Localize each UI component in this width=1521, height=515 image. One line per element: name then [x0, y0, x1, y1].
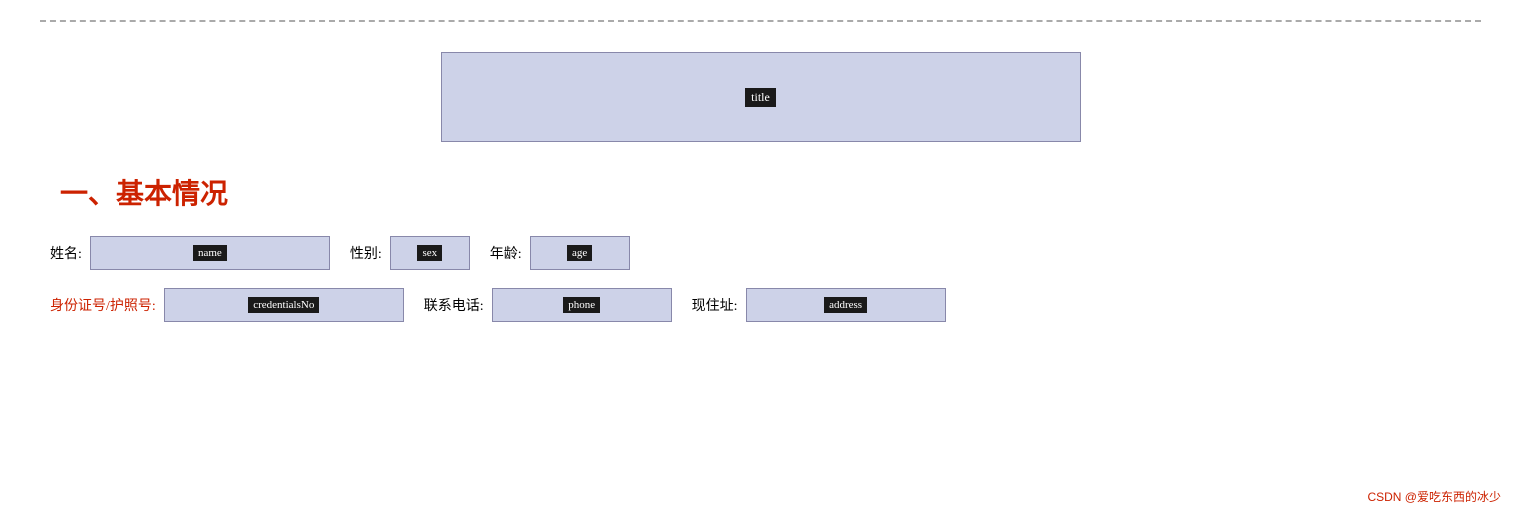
name-input[interactable]: name [90, 236, 330, 270]
watermark: CSDN @爱吃东西的冰少 [1367, 488, 1501, 505]
phone-placeholder: phone [563, 297, 600, 313]
form-row-1: 姓名: name 性别: sex 年龄: age [50, 236, 1481, 270]
phone-label: 联系电话: [424, 295, 484, 315]
sex-field-group: 性别: sex [350, 236, 470, 270]
age-placeholder: age [567, 245, 592, 261]
address-label: 现住址: [692, 295, 738, 315]
sex-label: 性别: [350, 243, 382, 263]
form-section: 一、基本情况 姓名: name 性别: sex 年龄: age 身份证号/护照号… [40, 172, 1481, 322]
section-heading: 一、基本情况 [60, 172, 1481, 212]
sex-input[interactable]: sex [390, 236, 470, 270]
top-border [40, 20, 1481, 22]
credentials-label: 身份证号/护照号: [50, 295, 156, 315]
title-section: title [40, 52, 1481, 142]
address-placeholder: address [824, 297, 867, 313]
title-label: title [745, 88, 776, 107]
title-box: title [441, 52, 1081, 142]
phone-input[interactable]: phone [492, 288, 672, 322]
credentials-input[interactable]: credentialsNo [164, 288, 404, 322]
address-field-group: 现住址: address [692, 288, 946, 322]
sex-placeholder: sex [417, 245, 442, 261]
phone-field-group: 联系电话: phone [424, 288, 672, 322]
name-label: 姓名: [50, 243, 82, 263]
age-input[interactable]: age [530, 236, 630, 270]
address-input[interactable]: address [746, 288, 946, 322]
age-label: 年龄: [490, 243, 522, 263]
name-placeholder: name [193, 245, 227, 261]
age-field-group: 年龄: age [490, 236, 630, 270]
name-field-group: 姓名: name [50, 236, 330, 270]
form-row-2: 身份证号/护照号: credentialsNo 联系电话: phone 现住址:… [50, 288, 1481, 322]
credentials-field-group: 身份证号/护照号: credentialsNo [50, 288, 404, 322]
credentials-placeholder: credentialsNo [248, 297, 319, 313]
